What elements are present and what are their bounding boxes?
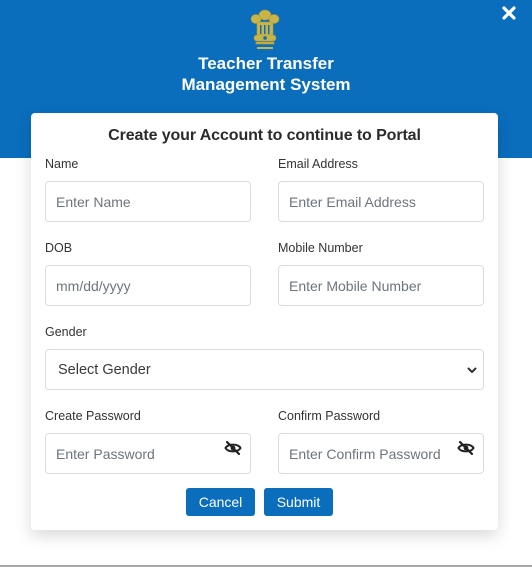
password-input[interactable] [46,434,250,473]
app-title-line2: Management System [181,75,351,94]
form-title: Create your Account to continue to Porta… [108,127,421,144]
signup-card: Create your Account to continue to Porta… [31,113,498,530]
submit-button[interactable]: Submit [264,488,333,516]
email-input[interactable] [279,182,483,221]
gender-label: Gender [45,325,87,339]
cancel-button[interactable]: Cancel [186,488,255,516]
email-field-wrapper [278,181,484,222]
mobile-label: Mobile Number [278,241,363,255]
confirm-password-input[interactable] [279,434,483,473]
confirm-password-label: Confirm Password [278,409,381,423]
name-label: Name [45,157,79,171]
mobile-field-wrapper [278,265,484,306]
national-emblem-icon [250,9,280,49]
app-title-line1: Teacher Transfer [198,54,334,73]
gender-select[interactable]: Select Gender [45,349,484,390]
chevron-down-icon [467,367,477,373]
eye-slash-icon[interactable] [224,440,242,456]
app-title: Teacher Transfer Management System [0,53,532,95]
dob-field-wrapper [45,265,251,306]
email-label: Email Address [278,157,358,171]
gender-selected-value: Select Gender [58,361,151,378]
mobile-input[interactable] [279,266,483,305]
eye-slash-icon[interactable] [457,440,475,456]
name-field-wrapper [45,181,251,222]
dob-label: DOB [45,241,73,255]
close-icon[interactable] [500,4,518,22]
password-label: Create Password [45,409,141,423]
confirm-password-field-wrapper [278,433,484,474]
name-input[interactable] [46,182,250,221]
dob-input[interactable] [46,266,250,305]
password-field-wrapper [45,433,251,474]
